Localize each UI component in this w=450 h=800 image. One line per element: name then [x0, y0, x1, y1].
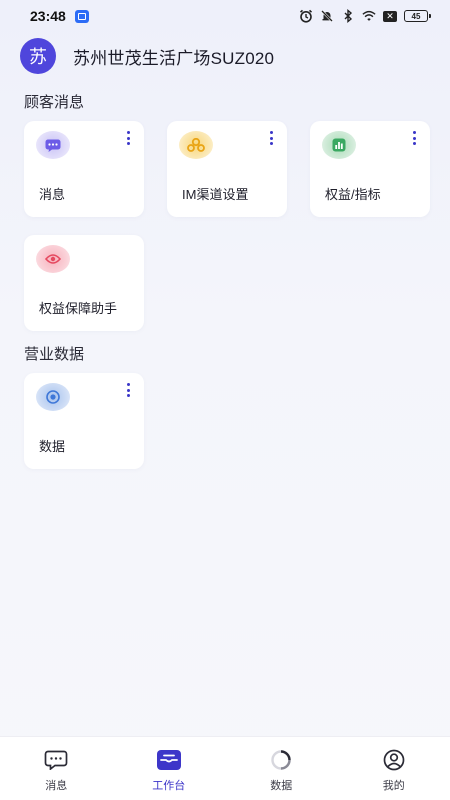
- status-bar: 23:48 ✕ 45: [0, 0, 450, 32]
- more-options-icon[interactable]: [125, 130, 131, 146]
- card-label: 权益/指标: [325, 187, 381, 202]
- card-label: 权益保障助手: [39, 301, 118, 316]
- card-rights-protection-assistant[interactable]: 权益保障助手: [24, 235, 144, 331]
- card-label: 数据: [39, 439, 66, 454]
- eye-shield-icon: [36, 245, 70, 273]
- store-name[interactable]: 苏州世茂生活广场SUZ020: [73, 44, 274, 69]
- bluetooth-icon: [341, 9, 355, 23]
- card-data[interactable]: 数据: [24, 373, 144, 469]
- notification-app-icon: [74, 9, 89, 23]
- card-messages[interactable]: 消息: [24, 121, 144, 217]
- message-icon: [43, 749, 69, 771]
- workbench-icon: [156, 749, 182, 771]
- status-time: 23:48: [30, 8, 66, 24]
- store-avatar[interactable]: 苏: [20, 38, 56, 74]
- no-sim-icon: ✕: [383, 10, 397, 22]
- nav-item-messages[interactable]: 消息: [0, 737, 113, 800]
- battery-icon: 45: [404, 10, 431, 22]
- bar-chart-icon: [322, 131, 356, 159]
- nav-item-profile[interactable]: 我的: [338, 737, 450, 800]
- card-im-channel-settings[interactable]: IM渠道设置: [167, 121, 287, 217]
- more-options-icon[interactable]: [411, 130, 417, 146]
- card-label: IM渠道设置: [182, 187, 249, 202]
- nav-item-data[interactable]: 数据: [225, 737, 338, 800]
- section-title-customer-messages: 顾客消息: [24, 94, 85, 111]
- card-label: 消息: [39, 187, 66, 202]
- chat-bubble-icon: [36, 131, 70, 159]
- more-options-icon[interactable]: [268, 130, 274, 146]
- profile-icon: [381, 749, 407, 771]
- data-ring-icon: [268, 749, 294, 771]
- status-icons: ✕ 45: [299, 9, 431, 23]
- im-settings-icon: [179, 131, 213, 159]
- data-eye-icon: [36, 383, 70, 411]
- store-header[interactable]: 苏 苏州世茂生活广场SUZ020: [20, 38, 274, 74]
- nav-label: 我的: [382, 780, 405, 792]
- wifi-icon: [362, 9, 376, 23]
- nav-label: 数据: [270, 780, 293, 792]
- nav-label: 消息: [45, 780, 68, 792]
- card-rights-metrics[interactable]: 权益/指标: [310, 121, 430, 217]
- nav-label: 工作台: [152, 780, 186, 792]
- mute-icon: [320, 9, 334, 23]
- section-title-business-data: 营业数据: [24, 346, 85, 363]
- alarm-icon: [299, 9, 313, 23]
- bottom-nav: 消息 工作台 数据 我的: [0, 736, 450, 800]
- more-options-icon[interactable]: [125, 382, 131, 398]
- nav-item-workbench[interactable]: 工作台: [113, 737, 226, 800]
